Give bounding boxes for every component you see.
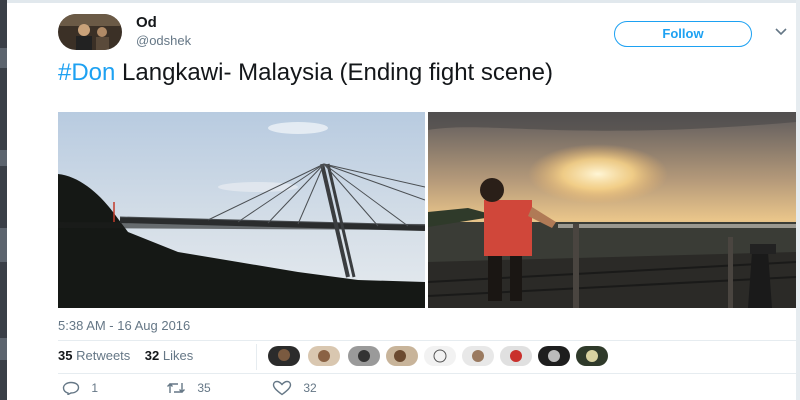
tweet-stats: 35 Retweets 32 Likes bbox=[58, 348, 193, 363]
photo-sunset-man[interactable] bbox=[428, 112, 796, 308]
author-name[interactable]: Od bbox=[136, 14, 157, 31]
reply-icon bbox=[62, 380, 83, 396]
retweet-action[interactable]: 35 bbox=[166, 380, 211, 395]
liker-avatar-1[interactable] bbox=[268, 346, 300, 366]
reply-action[interactable]: 1 bbox=[62, 380, 99, 396]
retweets-count: 35 bbox=[58, 348, 73, 363]
retweet-icon bbox=[166, 380, 189, 394]
tweet-timestamp[interactable]: 5:38 AM - 16 Aug 2016 bbox=[58, 318, 190, 333]
liker-avatar-3[interactable] bbox=[348, 346, 380, 366]
background-window-edge bbox=[0, 0, 7, 400]
like-count: 32 bbox=[303, 381, 317, 395]
likes-count: 32 bbox=[144, 348, 160, 363]
heart-icon bbox=[272, 380, 295, 396]
reply-count: 1 bbox=[91, 380, 99, 395]
stats-separator bbox=[256, 344, 257, 370]
liker-avatar-7[interactable] bbox=[500, 346, 532, 366]
divider-bottom bbox=[58, 373, 796, 374]
author-handle[interactable]: @odshek bbox=[136, 33, 191, 48]
tweet-body: Langkawi- Malaysia (Ending fight scene) bbox=[115, 59, 553, 86]
follow-button[interactable]: Follow bbox=[614, 21, 752, 47]
liker-avatar-5[interactable] bbox=[424, 346, 456, 366]
liker-avatar-8[interactable] bbox=[538, 346, 570, 366]
liker-avatar-9[interactable] bbox=[576, 346, 608, 366]
scrollbar-track[interactable] bbox=[796, 0, 800, 400]
retweets-stat[interactable]: 35 Retweets bbox=[58, 348, 130, 363]
top-border bbox=[7, 0, 800, 3]
liker-avatar-6[interactable] bbox=[462, 346, 494, 366]
likes-label: Likes bbox=[162, 348, 194, 363]
like-action[interactable]: 32 bbox=[272, 380, 317, 396]
tweet-text: #Don Langkawi- Malaysia (Ending fight sc… bbox=[58, 58, 778, 87]
hashtag-link[interactable]: #Don bbox=[58, 59, 115, 86]
divider-top bbox=[58, 340, 796, 341]
retweet-count: 35 bbox=[197, 380, 211, 395]
photo-sky-bridge[interactable] bbox=[58, 112, 425, 308]
likes-stat[interactable]: 32 Likes bbox=[145, 348, 193, 363]
retweets-label: Retweets bbox=[76, 348, 131, 363]
liker-avatar-4[interactable] bbox=[386, 346, 418, 366]
author-avatar[interactable] bbox=[58, 14, 122, 50]
liker-avatar-2[interactable] bbox=[308, 346, 340, 366]
chevron-down-icon[interactable] bbox=[774, 24, 788, 42]
